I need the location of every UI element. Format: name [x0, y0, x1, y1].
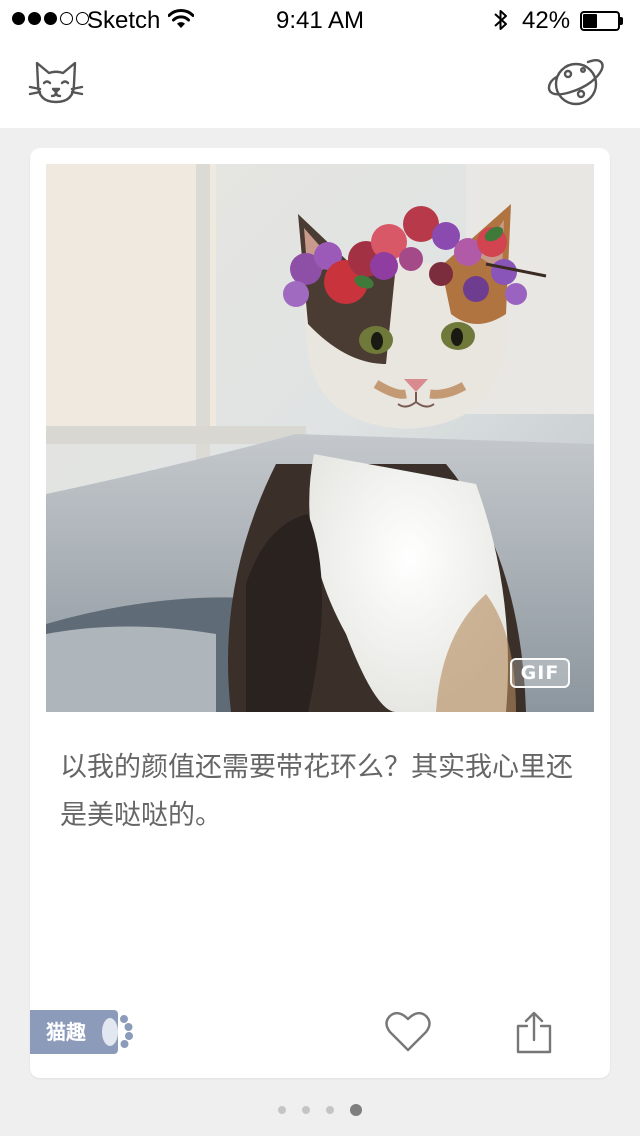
page-dot[interactable]: [278, 1106, 286, 1114]
status-bar: Sketch 9:41 AM 42%: [0, 0, 640, 40]
battery-icon: [580, 11, 624, 31]
post-caption: 以我的颜值还需要带花环么？其实我心里还是美哒哒的。: [60, 752, 573, 831]
post-card[interactable]: GIF 以我的颜值还需要带花环么？其实我心里还是美哒哒的。 猫趣: [30, 148, 610, 1078]
tag-label: 猫趣: [46, 1020, 86, 1044]
page-dot-active[interactable]: [350, 1104, 362, 1116]
heart-icon[interactable]: [384, 1010, 432, 1054]
gif-badge: GIF: [510, 658, 570, 688]
battery-level-fill: [583, 14, 597, 28]
page-dot[interactable]: [302, 1106, 310, 1114]
bluetooth-icon: [492, 7, 510, 40]
category-tag[interactable]: 猫趣: [30, 1010, 136, 1054]
cat-photo[interactable]: GIF: [46, 164, 594, 712]
paw-icon: [102, 1015, 133, 1048]
battery-cap: [620, 17, 623, 25]
page-indicator[interactable]: [0, 1102, 640, 1118]
page-dot[interactable]: [326, 1106, 334, 1114]
battery-percent: 42%: [522, 7, 571, 34]
share-icon[interactable]: [514, 1010, 554, 1056]
planet-icon[interactable]: [546, 54, 606, 114]
cat-face-icon[interactable]: [26, 54, 86, 114]
nav-bar: [0, 40, 640, 128]
